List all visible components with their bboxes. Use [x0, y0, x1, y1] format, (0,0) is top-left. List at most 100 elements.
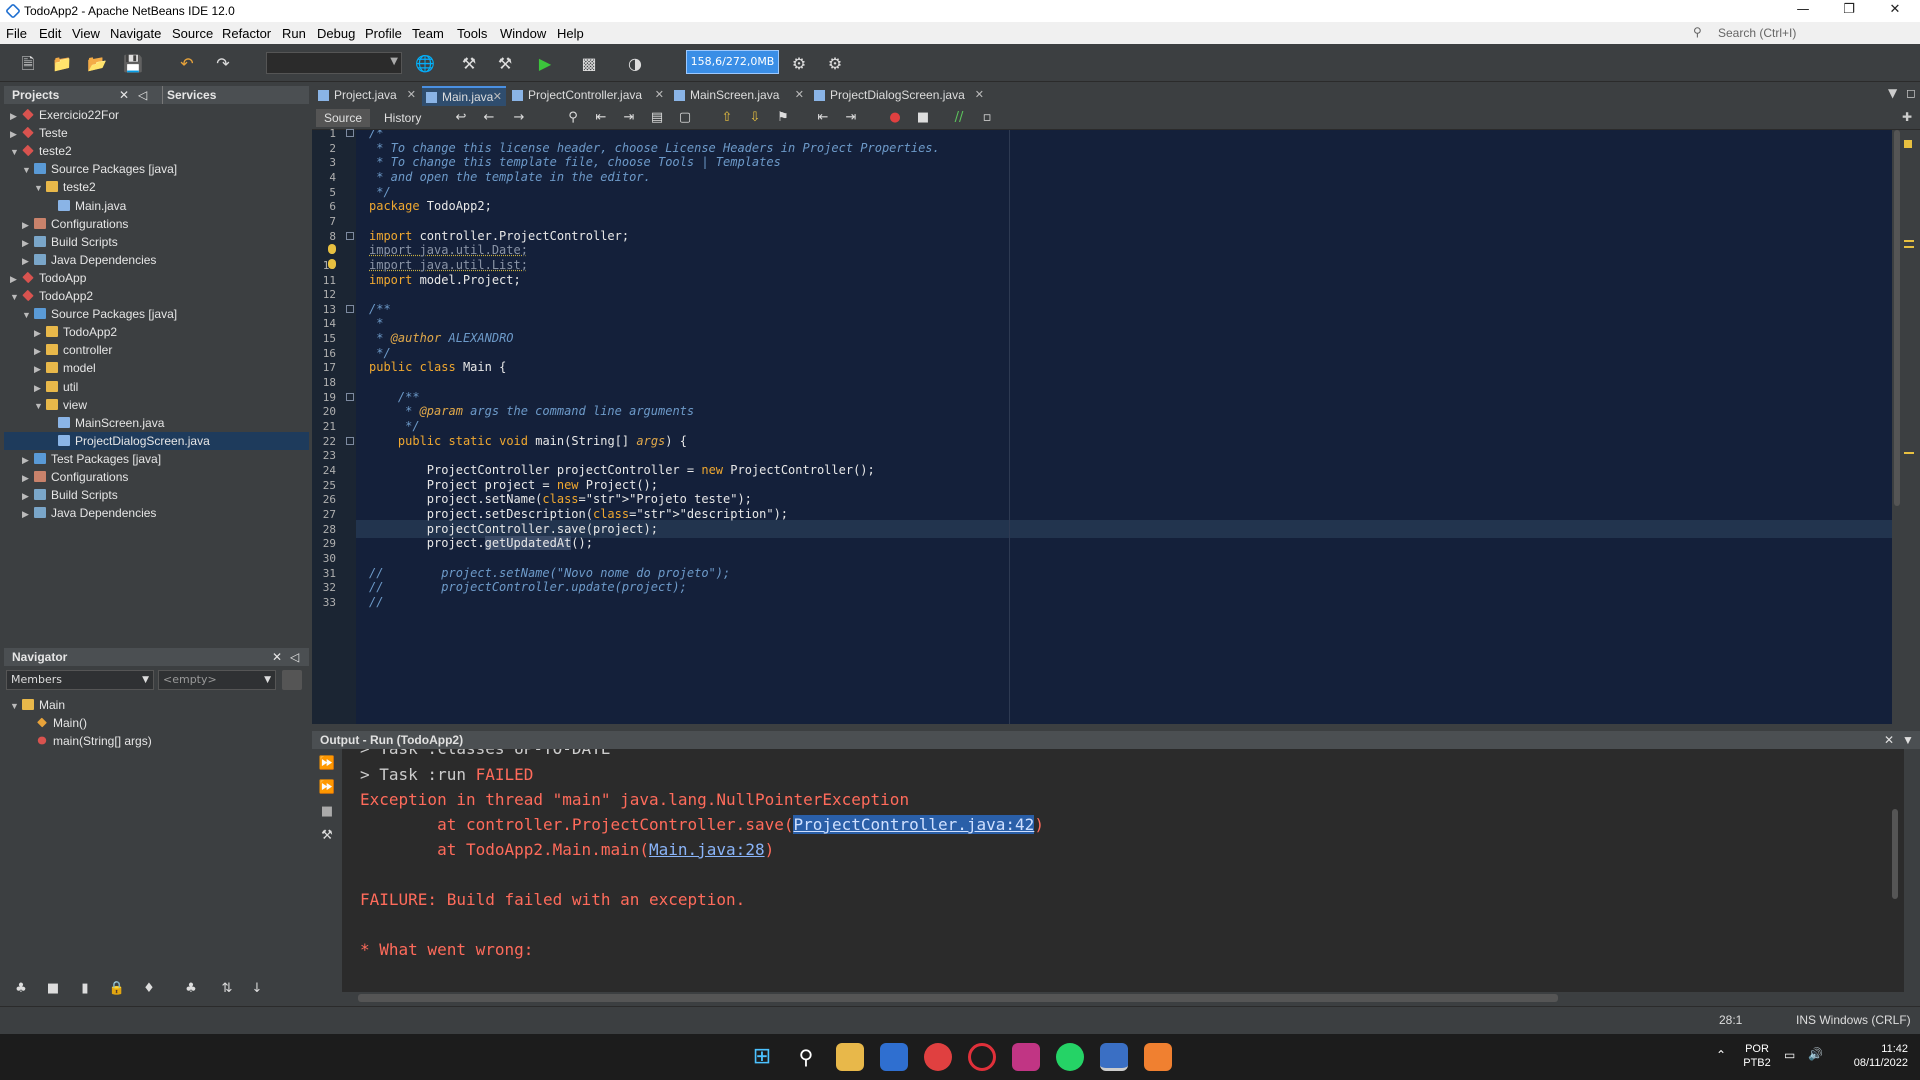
prev-bookmark-icon[interactable]: ⇧	[716, 107, 738, 129]
nav-item-main-method[interactable]: main(String[] args)	[34, 732, 152, 750]
menu-view[interactable]: View	[72, 26, 100, 41]
collapsed-icon[interactable]: ▶	[22, 252, 32, 270]
collapsed-icon[interactable]: ▶	[22, 451, 32, 469]
menu-help[interactable]: Help	[557, 26, 584, 41]
start-icon[interactable]: ⊞	[748, 1043, 776, 1071]
tree-item[interactable]: ▶ util	[4, 378, 309, 396]
menu-source[interactable]: Source	[172, 26, 213, 41]
redo-icon[interactable]: ↷	[212, 53, 234, 75]
tree-item[interactable]: ▶ Java Dependencies	[4, 504, 309, 522]
collapsed-icon[interactable]: ▶	[34, 324, 44, 342]
close-window-button[interactable]: ✕	[1872, 0, 1918, 22]
open-project-icon[interactable]: 📂	[86, 53, 108, 75]
maximize-button[interactable]: ❐	[1826, 0, 1872, 22]
undo-icon[interactable]: ↶	[176, 53, 198, 75]
expanded-icon[interactable]: ▼	[22, 306, 32, 324]
tree-item[interactable]: ▶ model	[4, 359, 309, 377]
taskbar-search-icon[interactable]: ⚲	[792, 1043, 820, 1071]
opera-icon[interactable]	[968, 1043, 996, 1071]
xampp-icon[interactable]	[1144, 1043, 1172, 1071]
tree-item[interactable]: ▶ Teste	[4, 124, 309, 142]
close-tab-icon[interactable]: ✕	[407, 86, 416, 105]
file-explorer-icon[interactable]	[836, 1043, 864, 1071]
tree-item[interactable]: ▼ view	[4, 396, 309, 414]
maximize-editor-icon[interactable]: ◻	[1906, 86, 1916, 100]
stop-macro-icon[interactable]: ■	[912, 107, 934, 129]
code-editor[interactable]: /* * To change this license header, choo…	[356, 130, 1892, 724]
uncomment-icon[interactable]: ▫	[976, 107, 998, 129]
save-all-icon[interactable]: 💾	[122, 53, 144, 75]
menu-profile[interactable]: Profile	[365, 26, 402, 41]
static-filter-icon[interactable]: ▮	[74, 978, 96, 1000]
expanded-icon[interactable]: ▼	[22, 161, 32, 179]
back-icon[interactable]: ←	[478, 107, 500, 129]
find-previous-icon[interactable]: ⇤	[590, 107, 612, 129]
tree-item[interactable]: MainScreen.java	[4, 414, 309, 432]
next-bookmark-icon[interactable]: ⇩	[744, 107, 766, 129]
new-file-icon[interactable]: 🗎	[17, 53, 39, 75]
split-editor-icon[interactable]: ✚	[1902, 110, 1912, 124]
store-icon[interactable]	[880, 1043, 908, 1071]
tree-item[interactable]: ProjectDialogScreen.java	[4, 431, 309, 450]
menu-debug[interactable]: Debug	[317, 26, 355, 41]
rerun-options-icon[interactable]: ⏩	[316, 777, 338, 799]
shift-left-icon[interactable]: ⇤	[812, 107, 834, 129]
collapsed-icon[interactable]: ▶	[22, 234, 32, 252]
stack-link-main[interactable]: Main.java:28	[649, 840, 765, 859]
profile-icon[interactable]: ◑	[624, 53, 646, 75]
configuration-select[interactable]: ▼	[266, 52, 402, 74]
settings-icon[interactable]: ⚒	[316, 825, 338, 847]
find-selection-icon[interactable]: ⚲	[562, 107, 584, 129]
collapsed-icon[interactable]: ▶	[10, 125, 20, 143]
expanded-icon[interactable]: ▼	[10, 288, 20, 306]
collapsed-icon[interactable]: ▶	[10, 270, 20, 288]
tab-projectdialogscreen-java[interactable]: ProjectDialogScreen.java ✕	[810, 86, 988, 106]
tree-item[interactable]: ▶ Java Dependencies	[4, 251, 309, 269]
source-tab[interactable]: Source	[316, 109, 371, 127]
language-indicator[interactable]: POR PTB2	[1742, 1042, 1772, 1070]
close-navigator-icon[interactable]: ✕	[272, 648, 282, 666]
run-icon[interactable]: ▶	[534, 53, 556, 75]
minimize-navigator-icon[interactable]: ◁	[290, 648, 299, 666]
fold-toggle-icon[interactable]	[346, 231, 354, 240]
network-icon[interactable]: ▭	[1784, 1048, 1795, 1062]
shift-right-icon[interactable]: ⇥	[840, 107, 862, 129]
stack-link-projectcontroller[interactable]: ProjectController.java:42	[793, 815, 1035, 834]
tree-item[interactable]: ▼ Source Packages [java]	[4, 305, 309, 323]
menu-refactor[interactable]: Refactor	[222, 26, 271, 41]
fields-filter-icon[interactable]: ■	[42, 978, 64, 1000]
tab-project-java[interactable]: Project.java ✕	[314, 86, 420, 106]
projects-tab[interactable]: Projects	[12, 88, 59, 102]
tab-list-dropdown-icon[interactable]: ▼	[1888, 86, 1897, 100]
search-box[interactable]: ⚲ Search (Ctrl+I)	[1690, 24, 1915, 42]
nav-item-constructor[interactable]: Main()	[34, 714, 87, 732]
build-icon[interactable]: ⚒	[458, 53, 480, 75]
volume-icon[interactable]: 🔊	[1808, 1047, 1823, 1061]
inner-classes-icon[interactable]: ♦	[138, 978, 160, 1000]
menu-team[interactable]: Team	[412, 26, 444, 41]
rerun-icon[interactable]: ⏩	[316, 753, 338, 775]
toggle-bookmark-icon[interactable]: ⚑	[772, 107, 794, 129]
navigator-options-icon[interactable]	[282, 670, 302, 690]
warning-bulb-icon[interactable]	[328, 244, 336, 255]
collapsed-icon[interactable]: ▶	[34, 379, 44, 397]
last-edit-icon[interactable]: ↩	[450, 107, 472, 129]
inherited-filter-icon[interactable]: ♣	[10, 978, 32, 1000]
close-tab-icon[interactable]: ✕	[975, 86, 984, 105]
tree-item[interactable]: ▼ teste2	[4, 178, 309, 196]
menu-window[interactable]: Window	[500, 26, 546, 41]
collapsed-icon[interactable]: ▶	[22, 505, 32, 523]
tree-item[interactable]: ▶ TodoApp	[4, 269, 309, 287]
tree-item[interactable]: ▶ Exercicio22For	[4, 106, 309, 124]
tree-item[interactable]: Main.java	[4, 197, 309, 215]
clean-build-icon[interactable]: ⚒	[494, 53, 516, 75]
collapsed-icon[interactable]: ▶	[34, 342, 44, 360]
fqn-icon[interactable]: ♣	[180, 978, 202, 1000]
tree-item[interactable]: ▶ Configurations	[4, 215, 309, 233]
close-projects-icon[interactable]: ✕	[119, 86, 129, 104]
expanded-icon[interactable]: ▼	[34, 179, 44, 197]
stop-icon[interactable]: ■	[316, 801, 338, 823]
toggle-rect-icon[interactable]: ▢	[674, 107, 696, 129]
editor-error-stripe[interactable]	[1892, 130, 1920, 724]
warning-bulb-icon[interactable]	[328, 258, 336, 269]
